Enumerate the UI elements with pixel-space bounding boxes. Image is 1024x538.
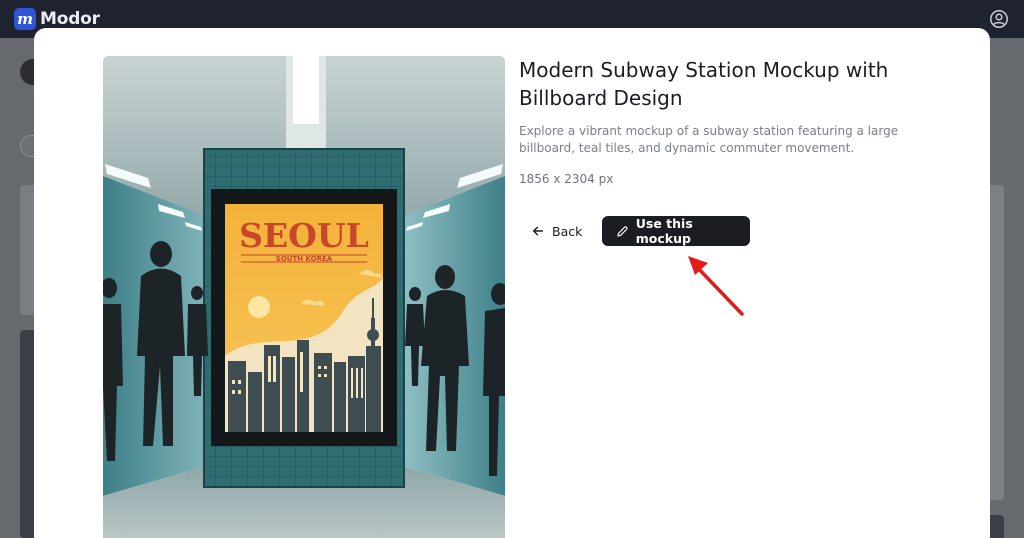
mockup-dimensions: 1856 x 2304 px	[519, 172, 614, 186]
arrow-left-icon	[533, 226, 544, 236]
use-this-mockup-button[interactable]: Use this mockup	[602, 216, 750, 246]
mockup-title: Modern Subway Station Mockup with Billbo…	[519, 58, 889, 110]
poster-headline: SEOUL	[239, 216, 369, 255]
pencil-icon	[617, 225, 628, 237]
background-mockup-card	[988, 185, 1004, 500]
user-circle-icon[interactable]	[989, 9, 1009, 29]
background-mockup-card	[988, 515, 1004, 538]
use-this-mockup-label: Use this mockup	[635, 216, 693, 246]
poster-subtitle: SOUTH KOREA	[276, 255, 333, 263]
app-logo[interactable]: m Modor	[14, 8, 100, 30]
app-name: Modor	[40, 9, 100, 29]
logo-mark-icon: m	[14, 8, 36, 30]
mockup-description: Explore a vibrant mockup of a subway sta…	[519, 124, 899, 155]
back-button-label: Back	[552, 223, 583, 239]
annotation-arrow-icon	[688, 256, 744, 316]
mockup-preview-image: SEOUL SOUTH KOREA	[103, 56, 505, 538]
back-button[interactable]: Back	[522, 216, 592, 246]
